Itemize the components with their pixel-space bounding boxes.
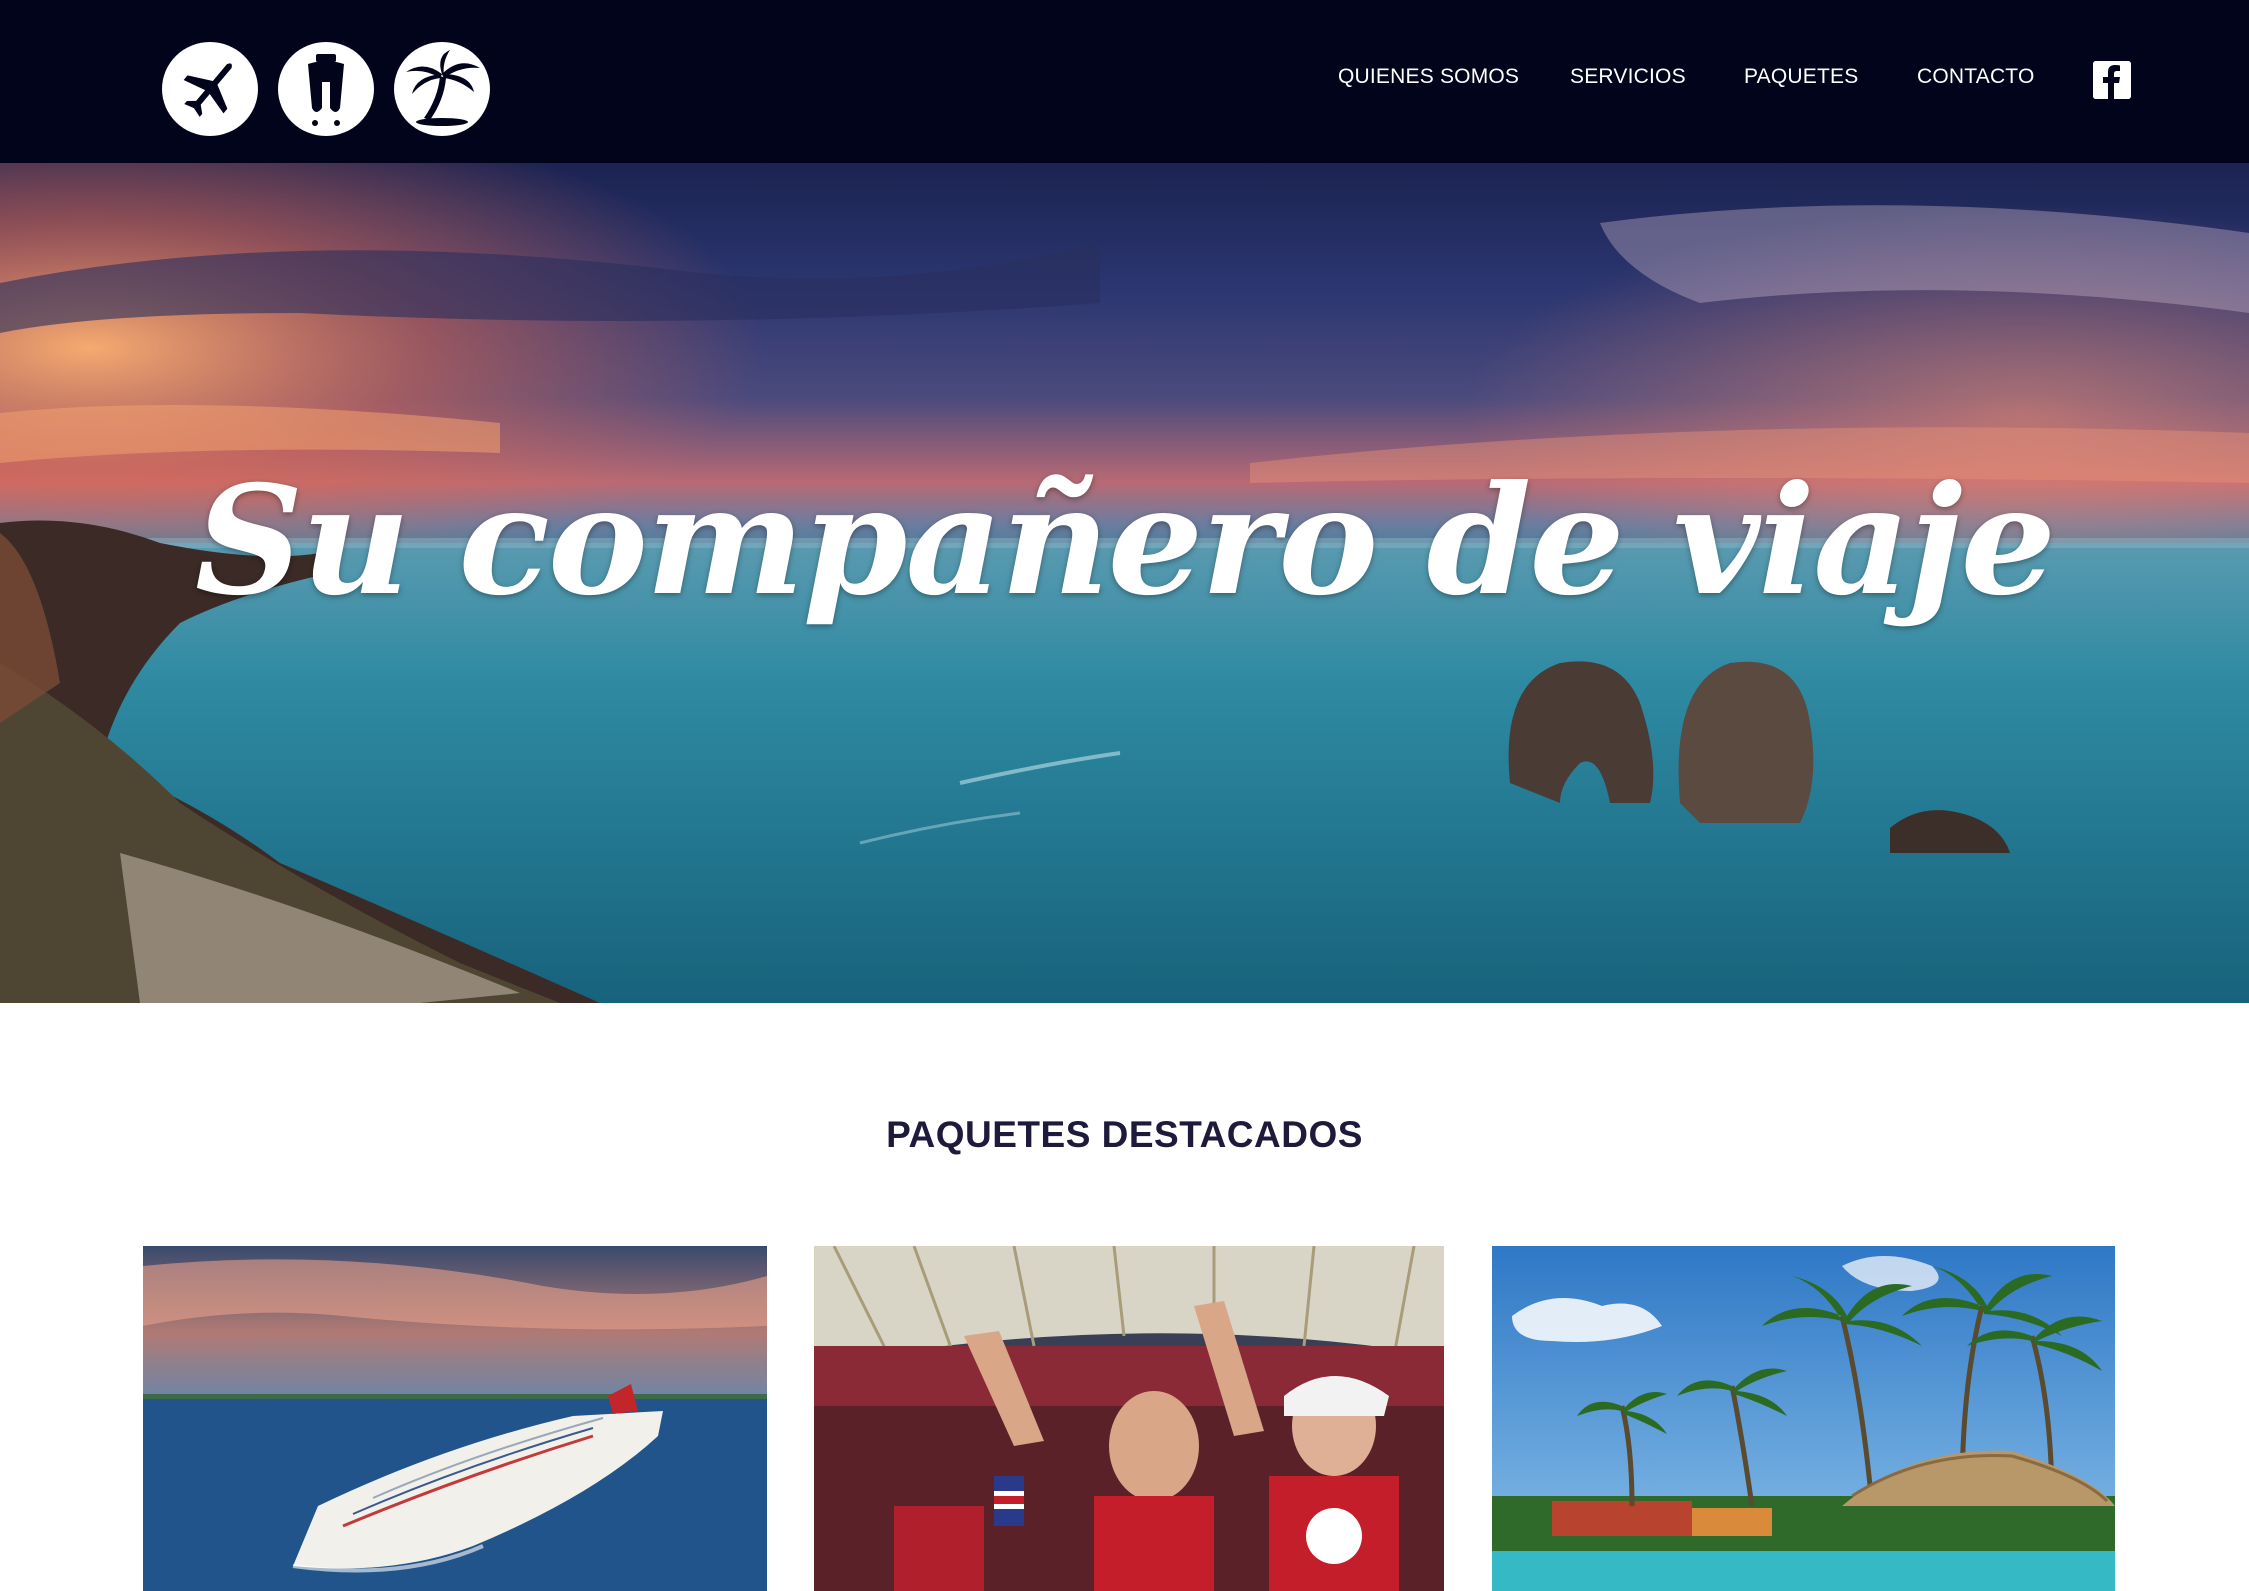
site-header: QUIENES SOMOS SERVICIOS PAQUETES CONTACT… xyxy=(0,0,2249,163)
package-card-cruise[interactable] xyxy=(143,1246,767,1591)
package-card-soccer[interactable] xyxy=(814,1246,1444,1591)
cruise-ship-photo xyxy=(143,1246,767,1591)
nav-contacto[interactable]: CONTACTO xyxy=(1917,65,2035,89)
site-logo[interactable] xyxy=(162,42,490,138)
hero-title: Su compañero de viaje xyxy=(194,453,2056,629)
palm-tree-icon xyxy=(394,42,490,136)
tropical-resort-photo xyxy=(1492,1246,2115,1591)
luggage-icon xyxy=(278,42,374,136)
airplane-icon xyxy=(162,42,258,136)
nav-quienes-somos[interactable]: QUIENES SOMOS xyxy=(1338,65,1519,89)
facebook-icon[interactable] xyxy=(2093,61,2131,99)
soccer-fans-photo xyxy=(814,1246,1444,1591)
hero-banner: Su compañero de viaje xyxy=(0,163,2249,1003)
nav-paquetes[interactable]: PAQUETES xyxy=(1744,65,1858,89)
package-card-resort[interactable] xyxy=(1492,1246,2115,1591)
section-title: PAQUETES DESTACADOS xyxy=(886,1114,1363,1155)
nav-servicios[interactable]: SERVICIOS xyxy=(1570,65,1686,89)
